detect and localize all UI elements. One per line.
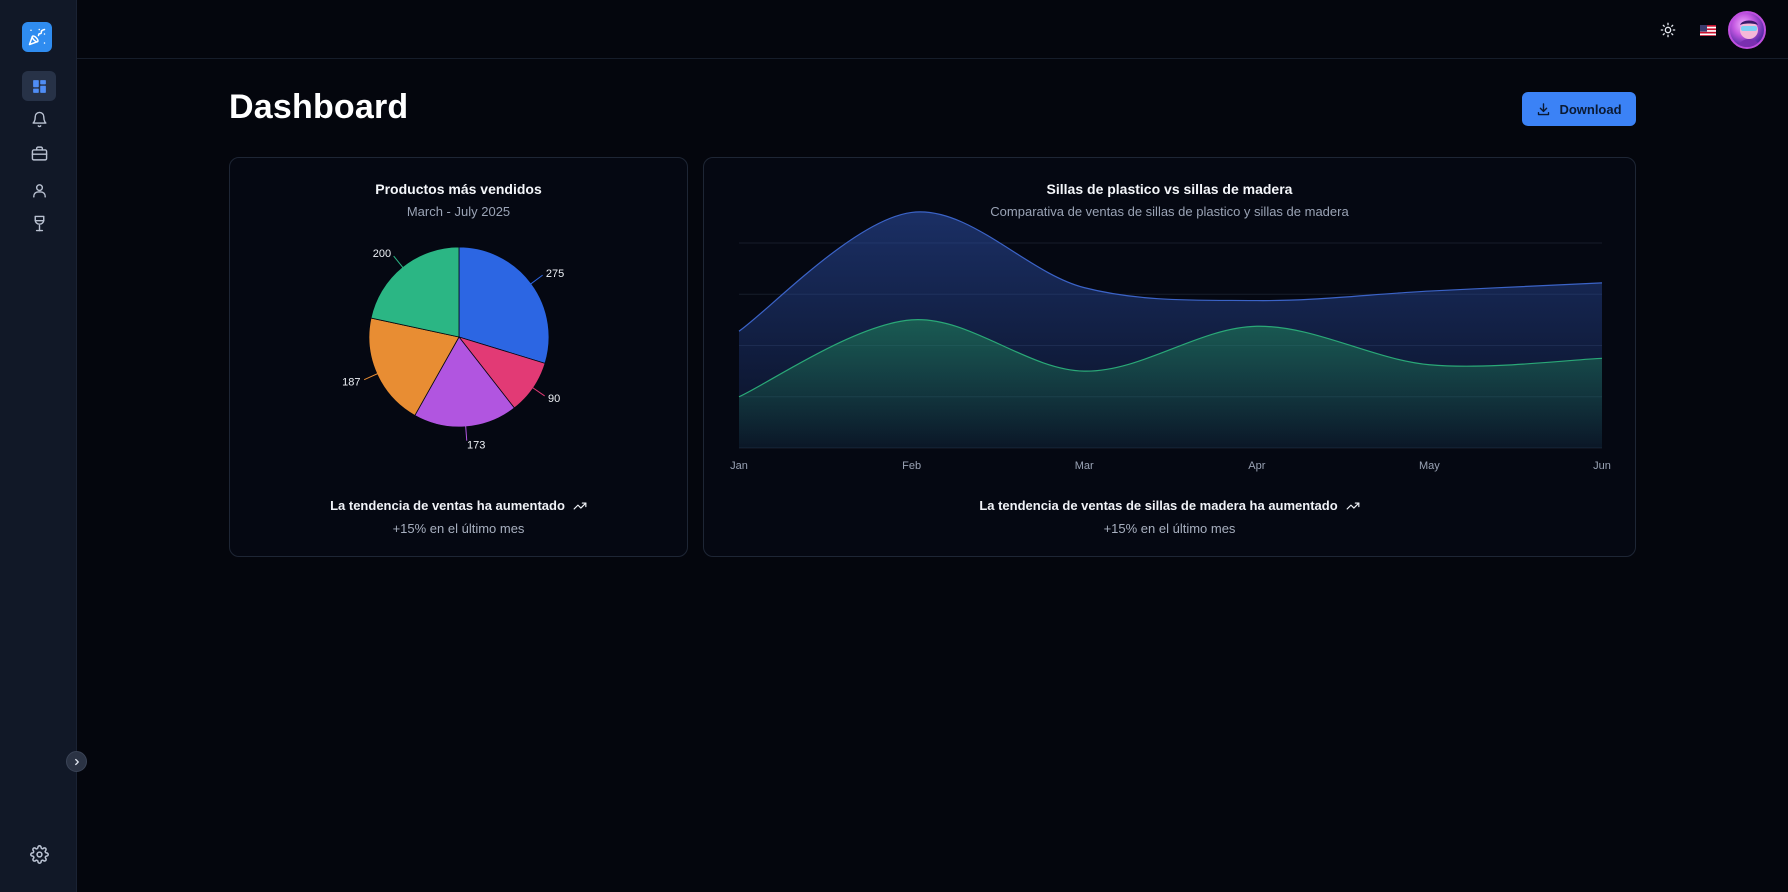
user-icon — [32, 183, 46, 198]
x-tick-label: Jan — [730, 460, 748, 472]
sidebar-item-briefcase[interactable] — [22, 138, 56, 168]
sidebar-item-dashboard[interactable] — [22, 71, 56, 101]
x-tick-label: Feb — [902, 460, 921, 472]
page-title: Dashboard — [229, 88, 409, 126]
trending-up-icon — [1346, 502, 1360, 509]
party-popper-icon — [28, 28, 46, 46]
pie-label-leader — [531, 386, 545, 397]
pie-value-label: 200 — [373, 248, 391, 260]
trending-up-icon — [573, 502, 587, 509]
area-chart-card: Sillas de plastico vs sillas de madera C… — [703, 157, 1636, 557]
x-tick-label: May — [1419, 460, 1440, 472]
sidebar-item-user[interactable] — [22, 175, 56, 205]
area-card-footer-sub: +15% en el último mes — [1103, 521, 1236, 536]
briefcase-icon — [31, 145, 47, 161]
wine-glass-icon — [34, 215, 44, 231]
download-label: Download — [1559, 101, 1622, 117]
x-tick-label: Mar — [1075, 460, 1094, 472]
language-flag-us-icon[interactable] — [1700, 24, 1716, 36]
pie-value-label: 187 — [342, 376, 360, 388]
sun-icon — [1660, 22, 1676, 38]
dashboard-icon — [32, 79, 46, 93]
bell-icon — [31, 111, 47, 127]
pie-value-label: 275 — [546, 268, 564, 280]
app-logo[interactable] — [22, 22, 52, 52]
settings-button[interactable] — [25, 840, 53, 868]
pie-card-footer-sub: +15% en el último mes — [392, 521, 525, 536]
sidebar-collapse-button[interactable] — [66, 751, 87, 772]
area-chart: Jan Feb Mar Apr May Jun — [730, 211, 1611, 472]
x-tick-label: Apr — [1248, 460, 1265, 472]
pie-card-footer-title: La tendencia de ventas ha aumentado — [230, 498, 687, 513]
gear-icon — [29, 844, 49, 864]
sidebar-item-notifications[interactable] — [22, 104, 56, 134]
user-avatar[interactable] — [1728, 11, 1766, 49]
pie-label-leader — [465, 424, 468, 441]
x-tick-label: Jun — [1593, 460, 1611, 472]
pie-label-leader — [393, 255, 405, 269]
pie-label-leader — [529, 274, 543, 286]
area-trend-text: La tendencia de ventas de sillas de made… — [979, 498, 1338, 513]
pie-value-label: 173 — [467, 440, 485, 452]
theme-toggle-button[interactable] — [1656, 18, 1680, 42]
pie-chart: 275 90 173 187 200 — [342, 246, 564, 452]
sidebar-item-wine[interactable] — [22, 208, 56, 238]
chevron-right-icon — [74, 758, 79, 765]
pie-value-label: 90 — [548, 393, 560, 405]
top-bar — [77, 0, 1788, 59]
pie-label-leader — [363, 372, 379, 381]
download-button[interactable]: Download — [1522, 92, 1636, 126]
download-icon — [1538, 102, 1550, 115]
pie-chart-card: Productos más vendidos March - July 2025… — [229, 157, 688, 557]
area-card-footer-title: La tendencia de ventas de sillas de made… — [704, 498, 1635, 513]
pie-trend-text: La tendencia de ventas ha aumentado — [330, 498, 565, 513]
